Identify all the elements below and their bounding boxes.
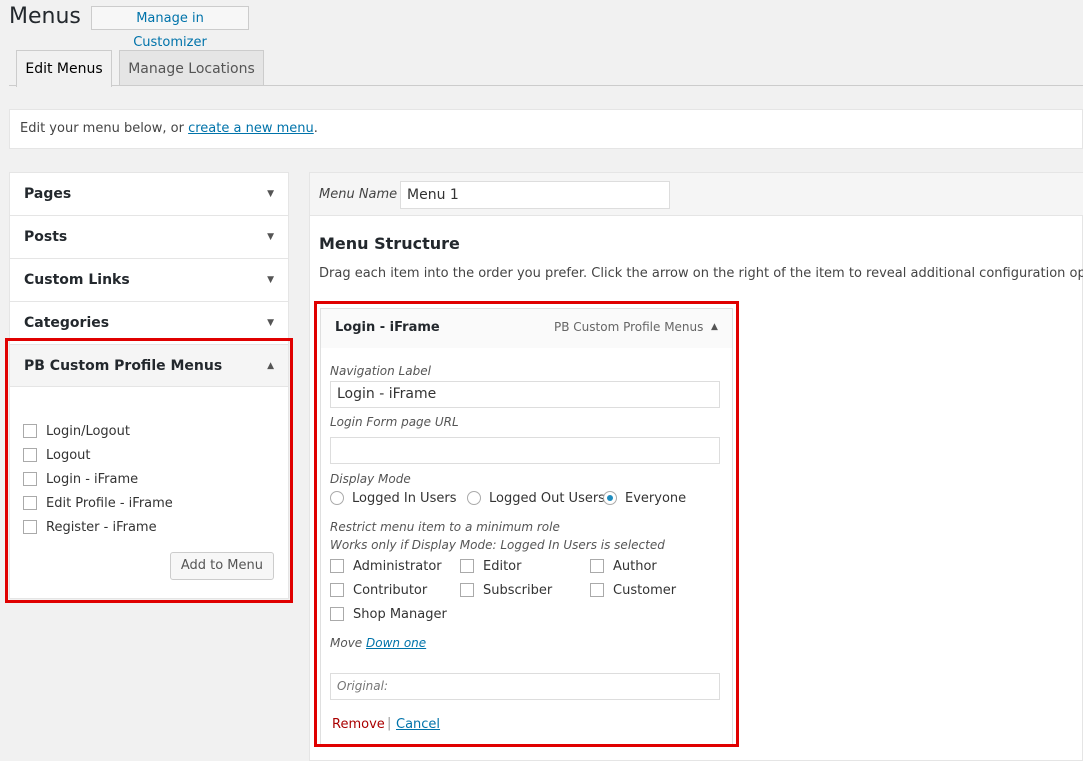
page-title: Menus: [9, 4, 81, 29]
restrict-role-note: Works only if Display Mode: Logged In Us…: [330, 538, 665, 552]
role-administrator[interactable]: Administrator: [330, 558, 442, 576]
role-customer[interactable]: Customer: [590, 582, 676, 600]
tab-manage-locations[interactable]: Manage Locations: [119, 50, 264, 86]
role-subscriber[interactable]: Subscriber: [460, 582, 552, 600]
create-new-menu-link[interactable]: create a new menu: [188, 121, 314, 136]
original-link-field: Original:: [330, 673, 720, 700]
radio-button[interactable]: [330, 490, 344, 505]
checkbox[interactable]: [460, 558, 474, 573]
checkbox[interactable]: [330, 582, 344, 597]
remove-link[interactable]: Remove: [332, 717, 385, 732]
role-label: Contributor: [353, 583, 428, 598]
arrow-down-icon[interactable]: ▼: [267, 302, 274, 344]
accordion-categories[interactable]: Categories ▼: [9, 301, 289, 344]
arrow-down-icon[interactable]: ▼: [267, 173, 274, 215]
checklist-item[interactable]: Edit Profile - iFrame: [23, 495, 173, 513]
role-label: Shop Manager: [353, 607, 447, 622]
link-separator: |: [387, 716, 392, 731]
checkbox[interactable]: [460, 582, 474, 597]
accordion-label: Posts: [24, 229, 68, 245]
checkbox[interactable]: [23, 423, 37, 438]
checkbox[interactable]: [23, 519, 37, 534]
menu-name-label: Menu Name: [319, 187, 398, 202]
add-to-menu-button[interactable]: Add to Menu: [169, 552, 274, 580]
arrow-up-icon[interactable]: ▲: [267, 345, 274, 387]
notice-suffix: .: [313, 121, 318, 136]
menu-item-type: PB Custom Profile Menus: [554, 320, 704, 334]
display-mode-logged-out[interactable]: Logged Out Users: [467, 490, 605, 508]
menu-item-title: Login - iFrame: [335, 320, 440, 335]
restrict-role-caption: Restrict menu item to a minimum role: [330, 520, 560, 534]
accordion-pb-custom-profile-menus[interactable]: PB Custom Profile Menus ▲: [9, 344, 289, 387]
role-shop-manager[interactable]: Shop Manager: [330, 606, 447, 624]
radio-label: Everyone: [625, 491, 687, 506]
checklist-item[interactable]: Logout: [23, 447, 91, 465]
accordion-pages[interactable]: Pages ▼: [9, 172, 289, 215]
radio-button[interactable]: [467, 490, 481, 505]
checklist-label: Logout: [46, 448, 91, 463]
checkbox[interactable]: [23, 447, 37, 462]
role-contributor[interactable]: Contributor: [330, 582, 427, 600]
role-label: Administrator: [353, 559, 442, 574]
tabs-divider: [9, 85, 1083, 86]
checklist-label: Login/Logout: [46, 424, 130, 439]
arrow-down-icon[interactable]: ▼: [267, 216, 274, 258]
role-editor[interactable]: Editor: [460, 558, 521, 576]
checklist-label: Edit Profile - iFrame: [46, 496, 173, 511]
checkbox[interactable]: [23, 471, 37, 486]
checkbox[interactable]: [330, 558, 344, 573]
login-url-input[interactable]: [330, 437, 720, 464]
checklist-label: Login - iFrame: [46, 472, 139, 487]
arrow-down-icon[interactable]: ▼: [267, 259, 274, 301]
role-label: Editor: [483, 559, 522, 574]
role-label: Customer: [613, 583, 677, 598]
checklist-item[interactable]: Login - iFrame: [23, 471, 138, 489]
navigation-label-input[interactable]: Login - iFrame: [330, 381, 720, 408]
menu-structure-title: Menu Structure: [319, 234, 460, 253]
display-mode-everyone[interactable]: Everyone: [603, 490, 686, 508]
checklist-item[interactable]: Register - iFrame: [23, 519, 157, 537]
accordion-label: Categories: [24, 315, 110, 331]
notice-text: Edit your menu below, or: [20, 121, 189, 136]
add-menu-items-accordion: Pages ▼ Posts ▼ Custom Links ▼ Categorie…: [9, 172, 289, 599]
menu-structure-description: Drag each item into the order you prefer…: [319, 266, 1083, 281]
display-mode-logged-in[interactable]: Logged In Users: [330, 490, 456, 508]
checkbox[interactable]: [590, 582, 604, 597]
accordion-posts[interactable]: Posts ▼: [9, 215, 289, 258]
checkbox[interactable]: [23, 495, 37, 510]
cancel-link[interactable]: Cancel: [396, 717, 440, 732]
accordion-label: PB Custom Profile Menus: [24, 358, 223, 374]
accordion-custom-links[interactable]: Custom Links ▼: [9, 258, 289, 301]
move-label: Move: [330, 636, 363, 650]
tab-edit-menus[interactable]: Edit Menus: [16, 50, 112, 87]
checkbox[interactable]: [590, 558, 604, 573]
pb-menus-panel: Login/Logout Logout Login - iFrame Edit …: [9, 387, 289, 599]
radio-label: Logged In Users: [352, 491, 457, 506]
move-down-one-link[interactable]: Down one: [366, 636, 426, 650]
navigation-label-caption: Navigation Label: [330, 364, 431, 378]
accordion-label: Pages: [24, 186, 72, 202]
display-mode-caption: Display Mode: [330, 472, 411, 486]
radio-button-checked[interactable]: [603, 490, 617, 505]
login-url-caption: Login Form page URL: [330, 415, 459, 429]
manage-in-customizer-button[interactable]: Manage in Customizer: [91, 6, 249, 50]
checklist-item[interactable]: Login/Logout: [23, 423, 130, 441]
menu-name-input[interactable]: Menu 1: [400, 181, 670, 209]
role-label: Author: [613, 559, 657, 574]
checkbox[interactable]: [330, 606, 344, 621]
radio-label: Logged Out Users: [489, 491, 605, 506]
role-author[interactable]: Author: [590, 558, 657, 576]
role-label: Subscriber: [483, 583, 553, 598]
accordion-label: Custom Links: [24, 272, 130, 288]
checklist-label: Register - iFrame: [46, 520, 157, 535]
arrow-up-icon[interactable]: ▲: [711, 322, 718, 332]
edit-notice: Edit your menu below, or create a new me…: [9, 109, 1083, 149]
